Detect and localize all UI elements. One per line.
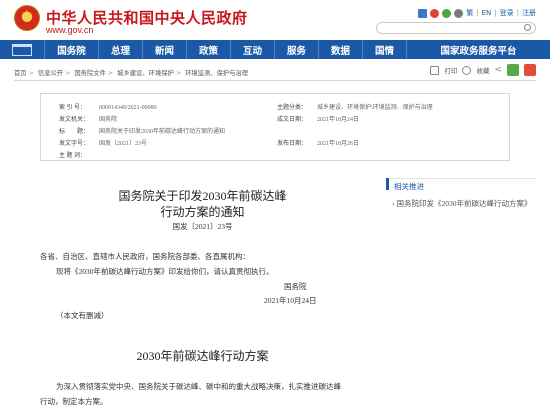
- divider: |: [476, 9, 479, 17]
- sidebar-related-link[interactable]: › 国务院印发《2030年前碳达峰行动方案》: [392, 197, 532, 210]
- intro-paragraph-line2: 行动，制定本方案。: [40, 397, 108, 406]
- info-index-no: 索 引 号： 000014349/2021-00080: [59, 105, 157, 111]
- share-icon[interactable]: <: [494, 65, 502, 75]
- nav-item-premier[interactable]: 总理: [98, 40, 142, 59]
- body-paragraph: 现将《2030年前碳达峰行动方案》印发给你们，请认真贯彻执行。: [56, 267, 274, 276]
- main-nav: 国务院 总理 新闻 政策 互动 服务 数据 国情 国家政务服务平台: [0, 40, 550, 59]
- mail-icon[interactable]: [418, 8, 428, 18]
- document-number: 国发〔2021〕23号: [172, 222, 233, 231]
- nav-item-service[interactable]: 服务: [274, 40, 318, 59]
- info-keywords: 主 题 词：: [59, 153, 87, 159]
- national-emblem-icon[interactable]: [14, 5, 40, 31]
- header-tools: 繁 | EN | 登录 | 注册: [418, 8, 536, 18]
- sidebar-heading: 相关推进: [394, 182, 424, 191]
- traditional-chinese-link[interactable]: 繁: [466, 8, 473, 18]
- info-title: 标 题： 国务院关于印发2030年前碳达峰行动方案的通知: [59, 129, 226, 135]
- info-issuer: 发文机关： 国务院: [59, 117, 118, 123]
- nav-item-news[interactable]: 新闻: [142, 40, 186, 59]
- print-button[interactable]: 打印: [444, 65, 457, 75]
- nav-item-national-info[interactable]: 国情: [362, 40, 406, 59]
- nav-item-state-council[interactable]: 国务院: [44, 40, 98, 59]
- divider: |: [516, 9, 519, 17]
- breadcrumb-urban-environment[interactable]: 城乡建设、环境保护: [117, 70, 174, 77]
- bookmark-icon[interactable]: [462, 65, 472, 75]
- register-link[interactable]: 注册: [522, 8, 536, 18]
- document-title: 国务院关于印发2030年前碳达峰 行动方案的通知: [80, 188, 325, 220]
- document-info-table: 索 引 号： 000014349/2021-00080 发文机关： 国务院 标 题：…: [40, 93, 510, 161]
- signing-date: 2021年10月24日: [264, 296, 317, 305]
- breadcrumb-home[interactable]: 首页: [14, 70, 27, 77]
- document-title-line1: 国务院关于印发2030年前碳达峰: [118, 189, 287, 203]
- info-written-date: 成文日期： 2021年10月24日: [277, 117, 360, 123]
- wechat-share-icon[interactable]: [507, 64, 519, 76]
- info-publish-date: 发布日期： 2021年10月26日: [277, 141, 360, 147]
- abridged-note: （本文有删减）: [56, 311, 109, 320]
- nav-item-data[interactable]: 数据: [318, 40, 362, 59]
- breadcrumb-info-public[interactable]: 信息公开: [38, 70, 63, 77]
- weibo-share-icon[interactable]: [524, 64, 536, 76]
- breadcrumb-env-monitoring[interactable]: 环境监测、保护与治理: [185, 70, 248, 77]
- divider: |: [494, 9, 497, 17]
- breadcrumb-state-council-docs[interactable]: 国务院文件: [74, 70, 105, 77]
- english-link[interactable]: EN: [482, 9, 492, 17]
- nav-home[interactable]: [0, 40, 44, 59]
- sidebar-divider: [386, 178, 536, 179]
- tiananmen-icon: [12, 43, 32, 56]
- site-url: www.gov.cn: [46, 25, 94, 35]
- nav-item-gov-service-platform[interactable]: 国家政务服务平台: [406, 40, 550, 59]
- info-category: 主题分类： 城乡建设、环境保护\环境监测、保护与治理: [277, 105, 433, 111]
- document-title-line2: 行动方案的通知: [160, 205, 245, 219]
- info-doc-number: 发文字号： 国发〔2021〕23号: [59, 141, 148, 147]
- wechat-icon[interactable]: [442, 8, 452, 18]
- plan-title: 2030年前碳达峰行动方案: [136, 349, 269, 363]
- bookmark-button[interactable]: 收藏: [476, 65, 489, 75]
- signer: 国务院: [284, 282, 307, 291]
- nav-item-policy[interactable]: 政策: [186, 40, 230, 59]
- search-icon[interactable]: [524, 24, 531, 31]
- site-header: 中华人民共和国中央人民政府 www.gov.cn 繁 | EN | 登录 | 注…: [0, 0, 550, 38]
- search-input[interactable]: [376, 22, 536, 34]
- login-link[interactable]: 登录: [500, 8, 514, 18]
- nav-item-interaction[interactable]: 互动: [230, 40, 274, 59]
- weibo-icon[interactable]: [430, 8, 440, 18]
- divider: [14, 80, 536, 81]
- share-bar: 打印 收藏 <: [430, 64, 536, 76]
- sidebar-accent: [386, 178, 389, 190]
- print-icon[interactable]: [430, 65, 440, 75]
- breadcrumb: 首页 > 信息公开 > 国务院文件 > 城乡建设、环境保护 > 环境监测、保护与治理: [14, 70, 249, 77]
- app-icon[interactable]: [454, 8, 464, 18]
- intro-paragraph-line1: 为深入贯彻落实党中央、国务院关于碳达峰、碳中和的重大战略决策，扎实推进碳达峰: [56, 382, 341, 391]
- salutation: 各省、自治区、直辖市人民政府，国务院各部委、各直属机构：: [40, 252, 250, 261]
- bullet-icon: ›: [392, 199, 395, 208]
